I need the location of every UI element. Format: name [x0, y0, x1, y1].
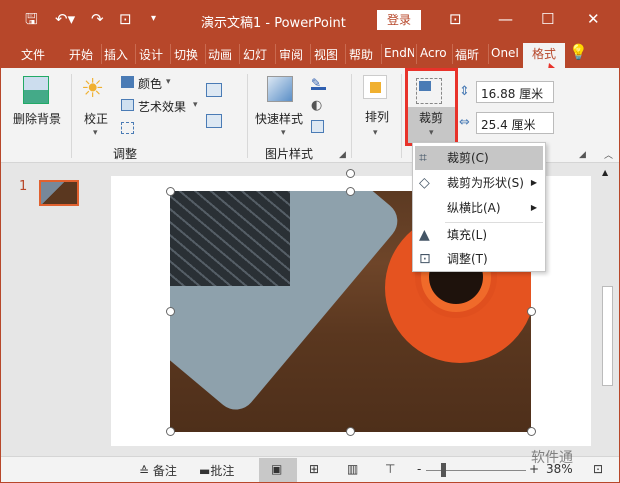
maximize-icon[interactable]: ☐: [541, 11, 554, 27]
crop-icon: ⌗: [419, 150, 427, 166]
fill-icon: ▲: [419, 227, 430, 243]
slideshow-icon[interactable]: ⊤: [385, 462, 395, 476]
zoom-slider-thumb[interactable]: [441, 463, 446, 477]
tab-review[interactable]: 审阅: [279, 46, 303, 63]
menu-item-crop-to-shape[interactable]: ◇ 裁剪为形状(S) ▶: [415, 171, 543, 195]
compress-pictures-icon[interactable]: [206, 83, 222, 97]
notes-button[interactable]: ≙ 备注: [139, 462, 177, 479]
group-label-adjust: 调整: [113, 147, 138, 161]
tab-onenote[interactable]: OneI: [491, 46, 521, 60]
redo-icon[interactable]: ↷: [91, 11, 104, 27]
menu-item-fill[interactable]: ▲ 填充(L): [415, 223, 543, 247]
collapse-ribbon-icon[interactable]: ︿: [604, 148, 613, 161]
comment-icon: ▬: [199, 464, 211, 478]
size-dialog-launcher-icon[interactable]: ◢: [579, 150, 586, 160]
height-input[interactable]: 16.88 厘米: [476, 81, 554, 103]
tab-help[interactable]: 帮助: [349, 46, 373, 63]
tab-slideshow[interactable]: 幻灯: [243, 46, 273, 63]
quick-styles-icon: [267, 76, 293, 102]
menu-item-fit[interactable]: ⊡ 调整(T): [415, 247, 543, 271]
undo-icon[interactable]: ↶▾: [55, 11, 75, 27]
sun-icon: ☀: [81, 74, 105, 104]
title-bar: 🖫 ↶▾ ↷ ⊡ ▾ 演示文稿1 - PowerPoint 登录 ⊡ — ☐ ✕: [1, 1, 619, 38]
picture-border-icon[interactable]: ✎: [311, 76, 326, 90]
resize-handle[interactable]: [166, 187, 175, 196]
picture-layout-icon[interactable]: [311, 120, 324, 133]
crop-dropdown-menu: ⌗ 裁剪(C) ◇ 裁剪为形状(S) ▶ 纵横比(A) ▶ ▲ 填充(L) ⊡ 调整(T): [412, 142, 546, 272]
tab-view[interactable]: 视图: [314, 46, 338, 63]
powerpoint-window: 🖫 ↶▾ ↷ ⊡ ▾ 演示文稿1 - PowerPoint 登录 ⊡ — ☐ ✕…: [0, 0, 620, 483]
tab-endnote[interactable]: EndN: [384, 46, 414, 60]
tab-animations[interactable]: 动画: [208, 46, 232, 63]
login-button[interactable]: 登录: [377, 10, 421, 30]
color-icon: [121, 76, 134, 88]
tab-file[interactable]: 文件: [21, 46, 45, 63]
minimize-icon[interactable]: —: [498, 11, 513, 27]
scroll-thumb[interactable]: [602, 286, 613, 386]
resize-handle[interactable]: [346, 187, 355, 196]
resize-handle[interactable]: [166, 307, 175, 316]
resize-handle[interactable]: [527, 307, 536, 316]
arrange-icon: [363, 75, 387, 99]
slide-thumbnails-pane: 1: [1, 164, 101, 456]
transparency-icon[interactable]: [121, 122, 134, 134]
artistic-effects-icon: [121, 99, 134, 111]
tab-transitions[interactable]: 切换: [174, 46, 198, 63]
submenu-arrow-icon: ▶: [530, 203, 537, 212]
dialog-launcher-icon[interactable]: ◢: [339, 150, 346, 160]
width-icon: ⇔: [459, 115, 470, 130]
submenu-arrow-icon: ▶: [530, 178, 537, 187]
slide-thumbnail[interactable]: [39, 180, 79, 206]
comments-button[interactable]: ▬批注: [199, 462, 234, 479]
save-icon[interactable]: 🖫: [25, 11, 38, 27]
status-bar: ≙ 备注 ▬批注 ▣ ⊞ ▥ ⊤ - + 38% 软件通 ⊡: [1, 450, 619, 482]
present-from-start-icon[interactable]: ⊡: [119, 11, 132, 27]
menu-item-aspect-ratio[interactable]: 纵横比(A) ▶: [415, 196, 543, 220]
reset-picture-icon[interactable]: [206, 114, 222, 128]
height-icon: ⇕: [459, 84, 470, 99]
slide-number: 1: [19, 179, 28, 194]
tab-design[interactable]: 设计: [139, 46, 163, 63]
picture-effects-icon[interactable]: ◐: [311, 98, 322, 113]
scroll-up-icon[interactable]: ▲: [602, 168, 608, 177]
group-label-picture-styles: 图片样式: [265, 147, 314, 161]
width-input[interactable]: 25.4 厘米: [476, 112, 554, 134]
resize-handle[interactable]: [527, 427, 536, 436]
watermark: 软件通: [531, 450, 573, 466]
menu-item-crop[interactable]: ⌗ 裁剪(C): [415, 146, 543, 170]
normal-view-icon: ▣: [271, 462, 283, 476]
resize-handle[interactable]: [166, 427, 175, 436]
tab-foxit[interactable]: 福昕: [455, 46, 485, 63]
lightbulb-icon[interactable]: 💡: [569, 43, 588, 61]
crop-highlight-box: [405, 68, 458, 146]
fit-icon: ⊡: [419, 251, 431, 267]
tab-acrobat[interactable]: Acro: [420, 46, 447, 60]
reading-view-icon[interactable]: ▥: [347, 462, 358, 476]
zoom-out-button[interactable]: -: [417, 462, 421, 476]
crop-to-shape-icon: ◇: [419, 175, 430, 191]
vertical-scrollbar[interactable]: ▲: [599, 166, 616, 411]
chevron-down-icon: ▾: [93, 128, 98, 138]
remove-background-icon: [23, 76, 49, 104]
window-title: 演示文稿1 - PowerPoint: [201, 16, 346, 31]
resize-handle[interactable]: [346, 427, 355, 436]
tab-insert[interactable]: 插入: [104, 46, 128, 63]
rotate-handle[interactable]: [346, 169, 355, 178]
remove-background-label: 删除背景: [13, 112, 62, 126]
ribbon-display-icon[interactable]: ⊡: [449, 11, 462, 27]
fit-slide-icon[interactable]: ⊡: [593, 462, 603, 476]
close-icon[interactable]: ✕: [587, 11, 600, 27]
tab-home[interactable]: 开始: [69, 46, 93, 63]
customize-qat-icon[interactable]: ▾: [151, 11, 156, 27]
slide-sorter-icon[interactable]: ⊞: [309, 462, 319, 476]
